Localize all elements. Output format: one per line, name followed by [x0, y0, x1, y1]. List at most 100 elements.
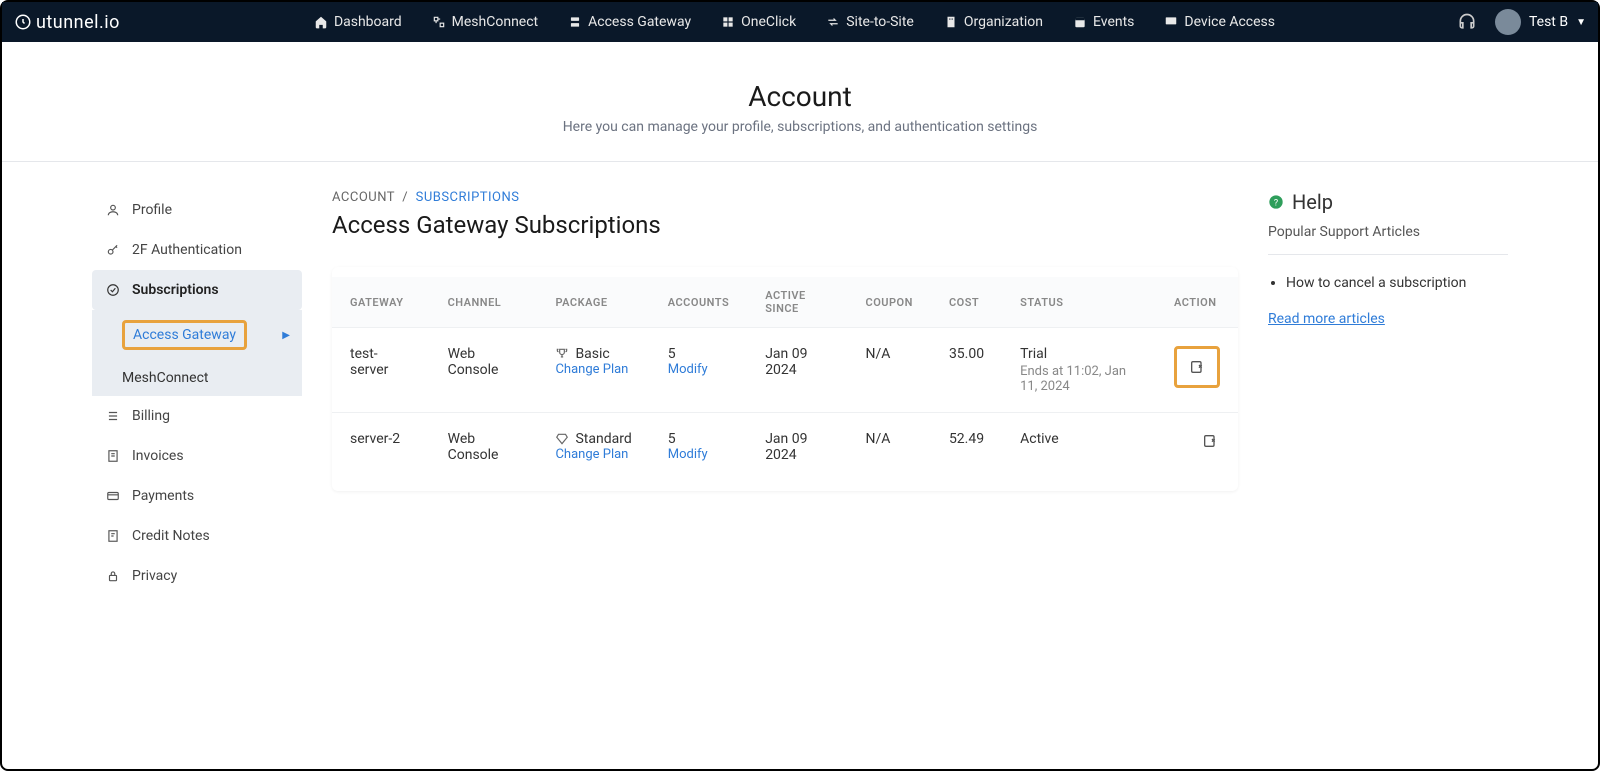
- cell-action: [1156, 413, 1238, 482]
- sidebar-item-profile[interactable]: Profile: [92, 190, 302, 230]
- breadcrumb-current[interactable]: SUBSCRIPTIONS: [416, 190, 520, 205]
- nav-access-gateway-label: Access Gateway: [588, 14, 691, 30]
- cell-action: [1156, 328, 1238, 413]
- sidebar-item-2fa[interactable]: 2F Authentication: [92, 230, 302, 270]
- sidebar-credit-notes-label: Credit Notes: [132, 528, 210, 544]
- help-article-item[interactable]: How to cancel a subscription: [1286, 271, 1508, 295]
- nav-meshconnect-label: MeshConnect: [452, 14, 538, 30]
- nav-oneclick-label: OneClick: [741, 14, 796, 30]
- user-name: Test B: [1529, 14, 1568, 30]
- diamond-icon: [555, 432, 569, 446]
- sidebar-payments-label: Payments: [132, 488, 194, 504]
- sidebar-privacy-label: Privacy: [132, 568, 177, 584]
- trophy-icon: [555, 347, 569, 361]
- th-channel: CHANNEL: [430, 277, 538, 328]
- table-row: test-server Web Console Basic Change Pla…: [332, 328, 1238, 413]
- cell-status: Trial Ends at 11:02, Jan 11, 2024: [1002, 328, 1156, 413]
- nav-events[interactable]: Events: [1059, 2, 1148, 42]
- breadcrumb-root[interactable]: ACCOUNT: [332, 190, 395, 205]
- highlight-access-gateway: Access Gateway: [122, 320, 247, 350]
- list-icon: [106, 409, 120, 423]
- table-row: server-2 Web Console Standard Change Pla…: [332, 413, 1238, 482]
- nav-events-label: Events: [1093, 14, 1134, 30]
- sidebar-item-billing[interactable]: Billing: [92, 396, 302, 436]
- sidebar-item-payments[interactable]: Payments: [92, 476, 302, 516]
- svg-text:?: ?: [1274, 197, 1279, 208]
- section-title: Access Gateway Subscriptions: [332, 211, 1238, 239]
- main-column: ACCOUNT / SUBSCRIPTIONS Access Gateway S…: [332, 190, 1238, 596]
- sidebar-invoices-label: Invoices: [132, 448, 184, 464]
- cell-channel: Web Console: [430, 328, 538, 413]
- modify-link[interactable]: Modify: [668, 447, 729, 462]
- lock-icon: [106, 569, 120, 583]
- modify-link[interactable]: Modify: [668, 362, 729, 377]
- sidebar-item-subscriptions[interactable]: Subscriptions: [92, 270, 302, 310]
- sidebar-subscriptions-label: Subscriptions: [132, 282, 219, 298]
- cell-accounts: 5 Modify: [650, 328, 747, 413]
- cell-active-since: Jan 09 2024: [747, 328, 847, 413]
- cell-active-since: Jan 09 2024: [747, 413, 847, 482]
- change-plan-link[interactable]: Change Plan: [555, 362, 631, 377]
- status-sub: Ends at 11:02, Jan 11, 2024: [1020, 364, 1138, 394]
- cell-channel: Web Console: [430, 413, 538, 482]
- top-nav: utunnel.io Dashboard MeshConnect Access …: [2, 2, 1598, 42]
- nav-access-gateway[interactable]: Access Gateway: [554, 2, 705, 42]
- key-icon: [106, 243, 120, 257]
- sidebar: Profile 2F Authentication Subscriptions …: [92, 190, 302, 596]
- cell-accounts: 5 Modify: [650, 413, 747, 482]
- page-header: Account Here you can manage your profile…: [2, 42, 1598, 162]
- nav-site-to-site[interactable]: Site-to-Site: [812, 2, 928, 42]
- help-title-row: ? Help: [1268, 190, 1508, 214]
- nav-oneclick[interactable]: OneClick: [707, 2, 810, 42]
- breadcrumb: ACCOUNT / SUBSCRIPTIONS: [332, 190, 1238, 205]
- th-package: PACKAGE: [537, 277, 649, 328]
- sidebar-2fa-label: 2F Authentication: [132, 242, 242, 258]
- calendar-icon: [1073, 15, 1087, 29]
- cell-status: Active: [1002, 413, 1156, 482]
- package-name: Basic: [575, 346, 609, 362]
- brand-text: utunnel.io: [36, 12, 120, 33]
- th-accounts: ACCOUNTS: [650, 277, 747, 328]
- change-plan-link[interactable]: Change Plan: [555, 447, 631, 462]
- th-action: ACTION: [1156, 277, 1238, 328]
- home-icon: [314, 15, 328, 29]
- breadcrumb-sep: /: [402, 190, 408, 205]
- building-icon: [944, 15, 958, 29]
- sidebar-item-credit-notes[interactable]: Credit Notes: [92, 516, 302, 556]
- read-more-link[interactable]: Read more articles: [1268, 311, 1508, 327]
- nav-device-access[interactable]: Device Access: [1150, 2, 1289, 42]
- cancel-icon: [1202, 433, 1218, 449]
- cell-coupon: N/A: [848, 328, 931, 413]
- cell-package: Basic Change Plan: [537, 328, 649, 413]
- user-menu[interactable]: Test B ▼: [1495, 9, 1586, 35]
- check-circle-icon: [106, 283, 120, 297]
- grid-icon: [721, 15, 735, 29]
- nav-organization[interactable]: Organization: [930, 2, 1057, 42]
- cell-cost: 52.49: [931, 413, 1002, 482]
- th-status: STATUS: [1002, 277, 1156, 328]
- sidebar-item-privacy[interactable]: Privacy: [92, 556, 302, 596]
- sidebar-sub-access-gateway[interactable]: Access Gateway ▶: [92, 310, 302, 360]
- accounts-value: 5: [668, 431, 729, 447]
- sidebar-profile-label: Profile: [132, 202, 172, 218]
- help-title: Help: [1292, 190, 1333, 214]
- nav-meshconnect[interactable]: MeshConnect: [418, 2, 552, 42]
- sidebar-item-invoices[interactable]: Invoices: [92, 436, 302, 476]
- swap-icon: [826, 15, 840, 29]
- cancel-subscription-button[interactable]: [1200, 431, 1220, 451]
- nav-organization-label: Organization: [964, 14, 1043, 30]
- sidebar-sub-meshconnect[interactable]: MeshConnect: [92, 360, 302, 396]
- sidebar-sub-group: Access Gateway ▶ MeshConnect: [92, 310, 302, 396]
- brand-logo[interactable]: utunnel.io: [14, 12, 120, 33]
- cell-gateway: server-2: [332, 413, 430, 482]
- chevron-right-icon: ▶: [282, 330, 290, 341]
- card-icon: [106, 489, 120, 503]
- th-coupon: COUPON: [848, 277, 931, 328]
- page-title: Account: [2, 80, 1598, 113]
- status-value: Trial: [1020, 346, 1138, 362]
- nav-dashboard[interactable]: Dashboard: [300, 2, 416, 42]
- th-cost: COST: [931, 277, 1002, 328]
- cancel-subscription-button[interactable]: [1187, 357, 1207, 377]
- cancel-icon: [1189, 359, 1205, 375]
- headset-icon[interactable]: [1457, 12, 1477, 32]
